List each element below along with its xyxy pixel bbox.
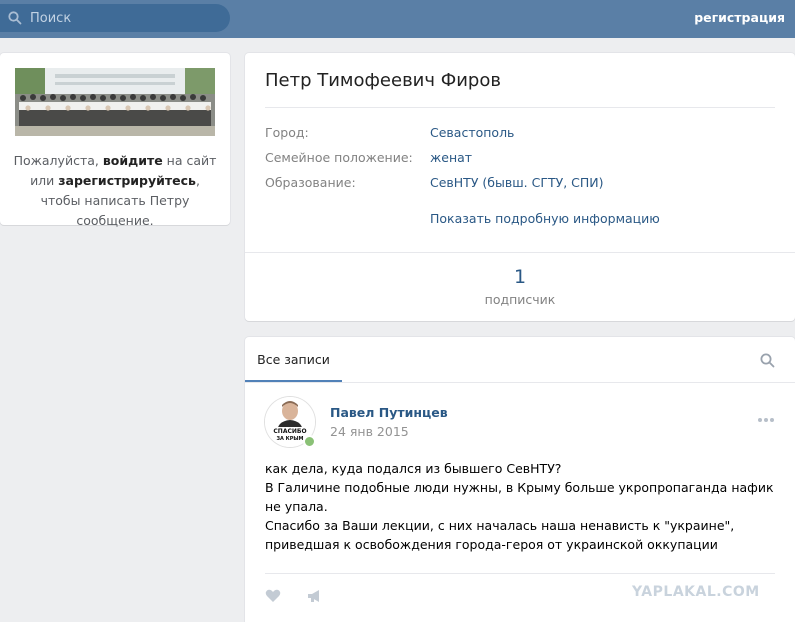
city-link[interactable]: Севастополь [430,125,514,140]
search-box[interactable] [0,4,230,32]
register-link[interactable]: регистрация [694,10,785,25]
followers-count: 1 [513,266,527,288]
profile-card: Петр Тимофеевич Фиров Город: Севастополь… [245,53,795,321]
login-link[interactable]: войдите [103,153,163,168]
family-label: Семейное положение: [265,150,413,165]
show-more-link[interactable]: Показать подробную информацию [430,211,660,226]
post-line: как дела, куда подался из бывшего СевНТУ… [265,461,562,476]
megaphone-icon[interactable] [307,589,323,603]
education-link[interactable]: СевНТУ (бывш. СГТУ, СПИ) [430,175,604,190]
wall-card: Все записи СПАСИБО ЗА КРЫМ Павел Путинце… [245,337,795,622]
watermark: YAPLAKAL.COM [632,584,760,600]
login-prompt: Пожалуйста, войдите на сайт или зарегист… [10,151,220,231]
divider [265,573,775,574]
svg-text:ЗА КРЫМ: ЗА КРЫМ [276,436,303,442]
page-title: Петр Тимофеевич Фиров [265,70,501,91]
sidebar-card: Пожалуйста, войдите на сайт или зарегист… [0,53,230,228]
search-icon[interactable] [760,353,775,368]
divider [245,252,795,253]
city-label: Город: [265,125,309,140]
profile-photo[interactable] [15,68,215,136]
top-bar: регистрация [0,0,795,38]
post-line: В Галичине подобные люди нужны, в Крыму … [265,480,774,514]
tab-all-posts[interactable]: Все записи [245,337,342,382]
prompt-text: Пожалуйста, [13,153,103,168]
post-author[interactable]: Павел Путинцев [330,405,448,420]
register-link-inline[interactable]: зарегистрируйтесь [58,173,196,188]
svg-text:СПАСИБО: СПАСИБО [273,428,306,435]
post-line: Спасибо за Ваши лекции, с них началась н… [265,518,735,552]
followers-counter[interactable]: 1 подписчик [245,266,795,307]
post-text: как дела, куда подался из бывшего СевНТУ… [265,459,785,554]
post-date[interactable]: 24 янв 2015 [330,424,409,439]
divider [245,382,795,383]
search-input[interactable] [28,9,222,27]
education-label: Образование: [265,175,356,190]
followers-caption: подписчик [484,292,556,307]
heart-icon[interactable] [265,589,281,603]
divider [265,107,775,108]
family-link[interactable]: женат [430,150,472,165]
online-indicator [303,435,316,448]
search-icon [8,11,22,25]
more-options-icon[interactable] [757,412,775,422]
